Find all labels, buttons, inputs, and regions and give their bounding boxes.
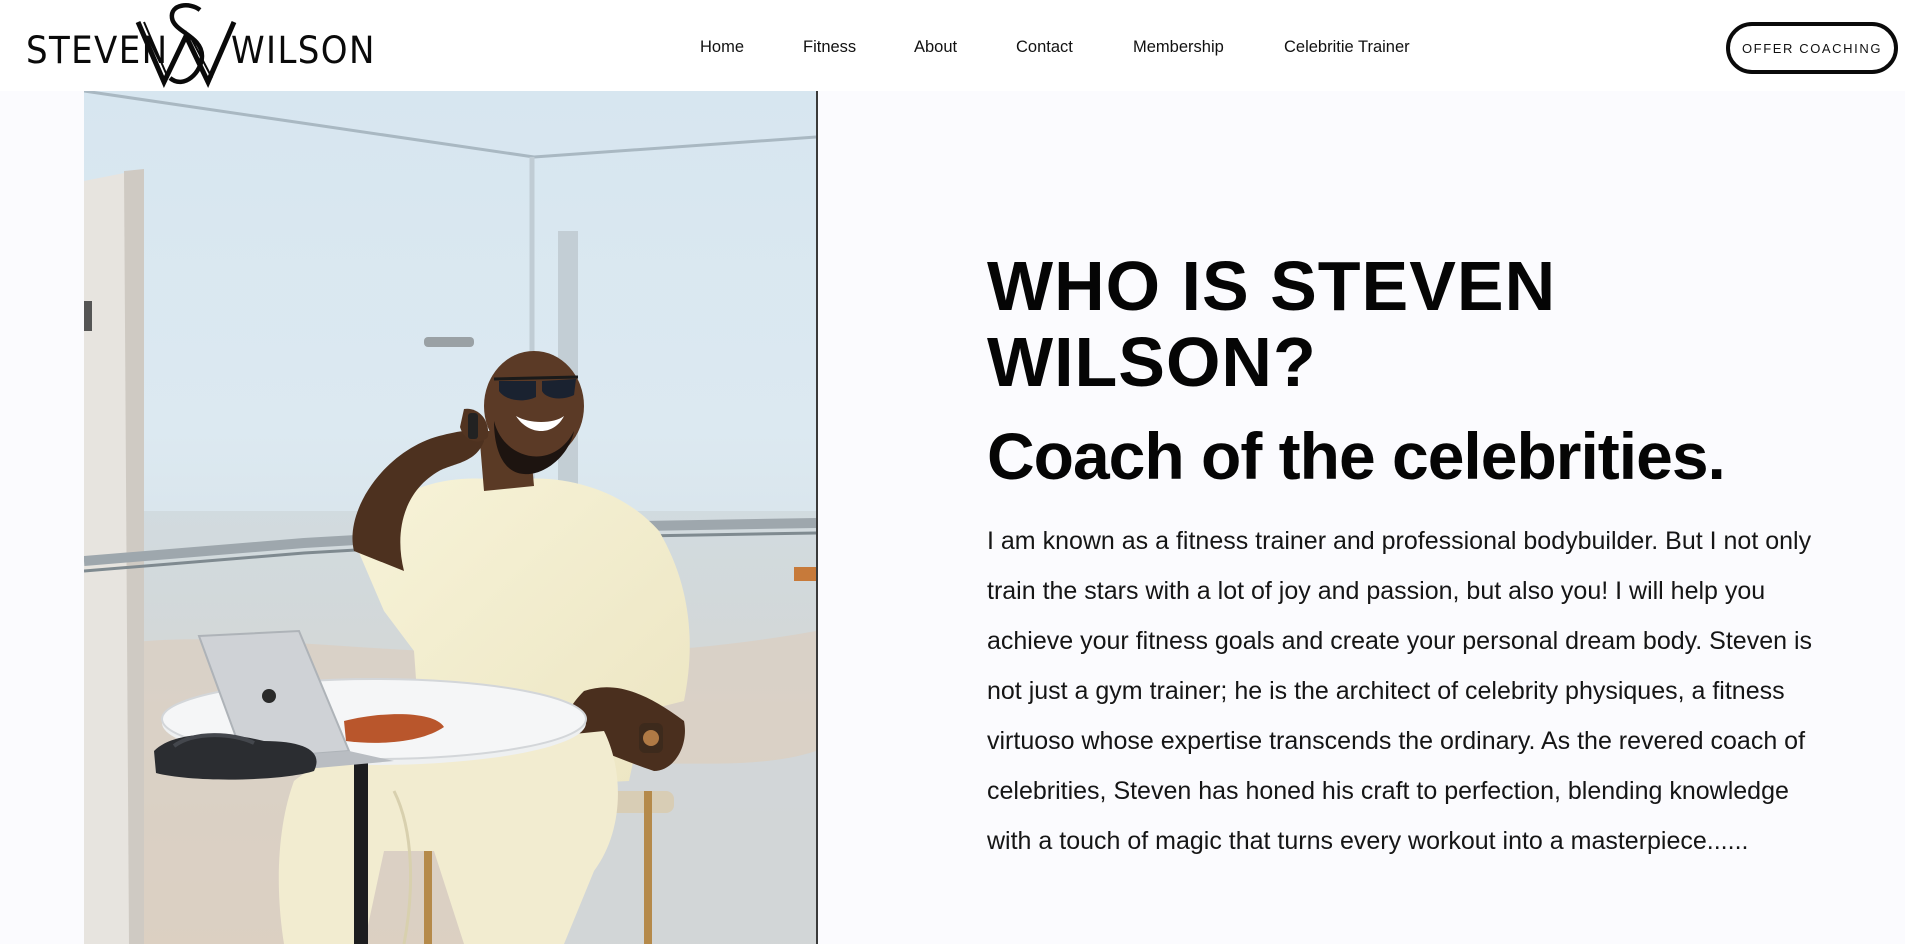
hero-photo: [84, 91, 818, 944]
site-header: STEVEN WILSON Home Fitness About Contact…: [0, 0, 1905, 91]
nav-contact[interactable]: Contact: [1016, 38, 1073, 57]
coach-photo-illustration: [84, 91, 816, 944]
offer-coaching-button[interactable]: OFFER COACHING: [1726, 22, 1898, 74]
main-navigation: Home Fitness About Contact Membership Ce…: [0, 38, 1905, 60]
section-subtitle: Coach of the celebrities.: [987, 419, 1726, 493]
about-paragraph: I am known as a fitness trainer and prof…: [987, 527, 1812, 855]
section-title-line1: WHO IS STEVEN: [987, 247, 1557, 325]
section-title: WHO IS STEVEN WILSON?: [987, 248, 1837, 400]
nav-about[interactable]: About: [914, 38, 957, 57]
section-title-line2: WILSON?: [987, 323, 1317, 401]
nav-home[interactable]: Home: [700, 38, 744, 57]
about-section: WHO IS STEVEN WILSON? Coach of the celeb…: [987, 248, 1837, 866]
nav-celebritie-trainer[interactable]: Celebritie Trainer: [1284, 38, 1410, 57]
nav-membership[interactable]: Membership: [1133, 38, 1224, 57]
nav-fitness[interactable]: Fitness: [803, 38, 856, 57]
